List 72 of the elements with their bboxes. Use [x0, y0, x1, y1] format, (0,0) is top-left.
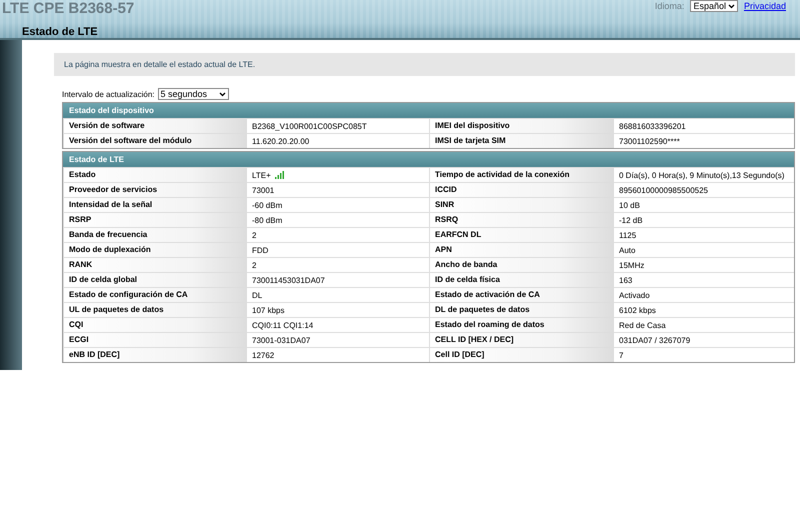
field-value: FDD	[252, 246, 268, 254]
field-label: EARFCN DL	[429, 228, 613, 242]
field-value: 10 dB	[619, 200, 640, 210]
device-title: LTE CPE B2368-57	[2, 0, 134, 17]
field-label: DL de paquetes de datos	[429, 303, 613, 317]
field-label: Versión de software	[63, 119, 246, 133]
field-value: 2	[252, 260, 256, 270]
field-value: 7	[619, 350, 624, 360]
field-label: RSRP	[63, 213, 246, 227]
field-value: Auto	[619, 246, 636, 254]
chevron-icon	[728, 4, 735, 8]
field-value: 163	[619, 276, 632, 284]
section-header: Estado del dispositivo	[63, 103, 794, 118]
field-value: 107 kbps	[252, 306, 284, 314]
interval-label: Intervalo de actualización:	[62, 90, 154, 98]
interval-select[interactable]: 5 segundos	[158, 88, 230, 100]
field-value: 12762	[252, 350, 274, 360]
field-label: ICCID	[429, 183, 613, 197]
field-value: 73001-031DA07	[252, 336, 310, 344]
field-label: APN	[429, 243, 613, 257]
field-label: Ancho de banda	[429, 258, 613, 272]
field-label: Estado de configuración de CA	[63, 288, 246, 302]
language-select[interactable]: Español	[690, 0, 738, 12]
field-value: -60 dBm	[252, 200, 282, 210]
field-label: UL de paquetes de datos	[63, 303, 246, 317]
field-value: -80 dBm	[252, 216, 282, 224]
field-label: Banda de frecuencia	[63, 228, 246, 242]
field-label: CELL ID [HEX / DEC]	[429, 333, 613, 347]
field-label: Intensidad de la señal	[63, 198, 246, 212]
field-label: RSRQ	[429, 213, 613, 227]
field-label: RANK	[63, 258, 246, 272]
field-label: SINR	[429, 198, 613, 212]
field-value: 89560100000985500525	[619, 186, 708, 194]
field-value: 15MHz	[619, 260, 644, 270]
field-value: 73001	[252, 186, 274, 194]
field-value: CQI0:11 CQI1:14	[252, 320, 314, 330]
field-value: 031DA07 / 3267079	[619, 336, 690, 344]
field-value: 1125	[619, 230, 636, 240]
field-label: Estado del roaming de datos	[429, 318, 613, 332]
field-label: eNB ID [DEC]	[63, 348, 246, 362]
field-label: CQI	[63, 318, 246, 332]
page-title: Estado de LTE	[22, 26, 98, 38]
field-value: 730011453031DA07	[252, 276, 325, 284]
field-label: Cell ID [DEC]	[429, 348, 613, 362]
field-value: 11.620.20.20.00	[252, 136, 310, 146]
field-value: B2368_V100R001C00SPC085T	[252, 122, 367, 130]
field-value: Activado	[619, 290, 650, 300]
chevron-icon	[219, 92, 226, 96]
field-value: 0 Día(s), 0 Hora(s), 9 Minuto(s),13 Segundo(s)	[619, 170, 784, 180]
info-message: La página muestra en detalle el estado actual de LTE.	[54, 53, 795, 76]
field-value: 2	[252, 230, 256, 240]
field-label: Modo de duplexación	[63, 243, 246, 257]
field-label: IMEI del dispositivo	[429, 119, 613, 133]
field-label: ID de celda global	[63, 273, 246, 287]
field-label: ECGI	[63, 333, 246, 347]
field-label: ID de celda física	[429, 273, 613, 287]
field-value: Red de Casa	[619, 320, 666, 330]
field-label: IMSI de tarjeta SIM	[429, 134, 613, 148]
field-value: 73001102590****	[619, 136, 680, 146]
field-label: Versión del software del módulo	[63, 134, 246, 148]
header-link[interactable]: Privacidad	[744, 1, 786, 11]
field-label: Estado de activación de CA	[429, 288, 613, 302]
field-value: 868816033396201	[619, 122, 686, 130]
field-value: DL	[252, 290, 262, 300]
language-label: Idioma:	[654, 1, 684, 11]
field-value: -12 dB	[619, 216, 643, 224]
field-value: 6102 kbps	[619, 306, 656, 314]
section-header: Estado de LTE	[63, 152, 794, 167]
field-label: Tiempo de actividad de la conexión	[429, 168, 613, 182]
field-label: Proveedor de servicios	[63, 183, 246, 197]
field-value: LTE+	[252, 170, 271, 180]
field-label: Estado	[63, 168, 246, 182]
